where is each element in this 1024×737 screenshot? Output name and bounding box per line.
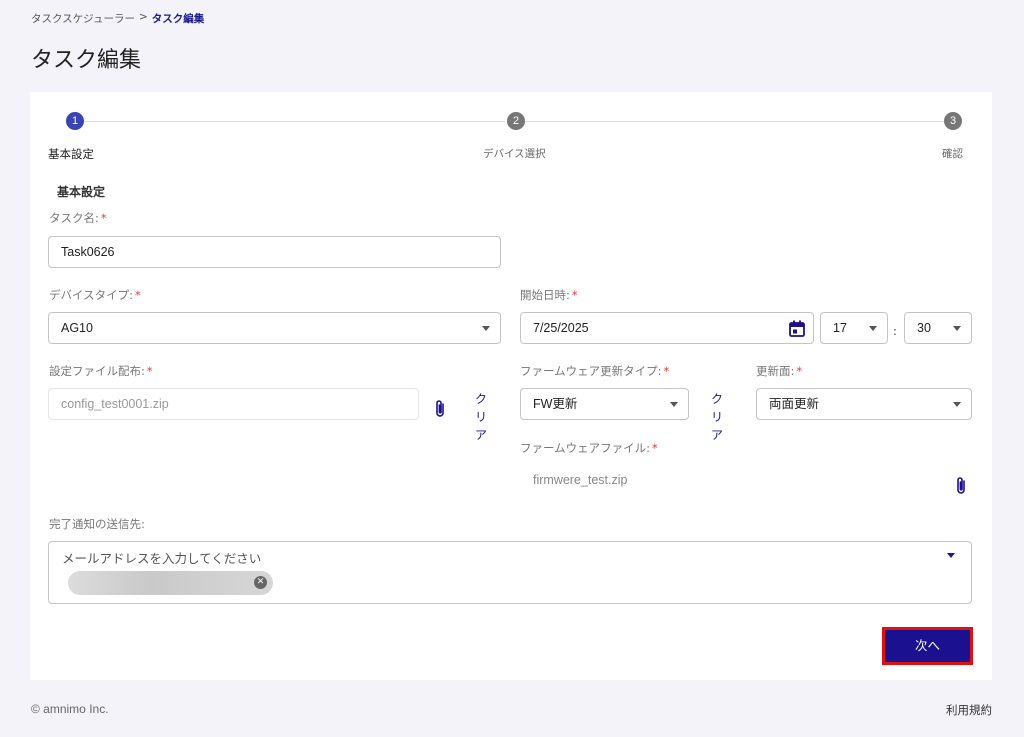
required-mark: * [146,364,153,378]
paperclip-icon[interactable] [433,399,447,419]
update-side-label: 更新面: * [756,363,802,379]
start-minute-value: 30 [917,321,931,335]
firmware-file-label-text: ファームウェアファイル: [520,441,651,455]
step-3-indicator: 3 [944,112,962,130]
config-file-input[interactable]: config_test0001.zip [48,388,419,420]
copyright: © amnimo Inc. [31,702,109,716]
chevron-down-icon [869,326,877,331]
chevron-down-icon [953,326,961,331]
update-side-value: 両面更新 [769,397,820,411]
next-button[interactable]: 次へ [882,627,973,665]
page-title: タスク編集 [31,48,142,73]
firmware-update-type-clear-button[interactable]: クリア [707,390,727,444]
task-name-label-text: タスク名: [49,211,99,225]
stepper-line-2 [525,121,944,122]
device-type-label: デバイスタイプ: * [49,287,141,303]
firmware-update-type-value: FW更新 [533,397,578,411]
chip-close-icon[interactable]: ✕ [254,576,267,589]
update-side-select[interactable]: 両面更新 [756,388,972,420]
breadcrumb: タスクスケジューラー > タスク編集 [31,11,204,26]
email-chip: ✕ [68,571,273,595]
notification-email-input[interactable]: メールアドレスを入力してください ✕ [48,541,972,604]
chevron-down-icon[interactable] [947,553,955,558]
breadcrumb-separator: > [138,11,148,23]
section-title: 基本設定 [57,185,106,199]
step-1-indicator: 1 [66,112,84,130]
step-3-label: 確認 [942,148,963,160]
step-2-label: デバイス選択 [483,148,546,160]
chevron-down-icon [953,402,961,407]
paperclip-icon[interactable] [954,476,968,496]
start-date-value: 7/25/2025 [533,321,589,335]
start-datetime-label-text: 開始日時: [520,288,570,302]
stepper-line-1 [84,121,505,122]
step-1-label: 基本設定 [48,147,94,161]
config-file-clear-button[interactable]: クリア [471,390,491,444]
start-hour-select[interactable]: 17 [820,312,888,344]
start-datetime-label: 開始日時: * [520,287,578,303]
task-name-input[interactable]: Task0626 [48,236,501,268]
terms-link[interactable]: 利用規約 [946,702,992,718]
calendar-icon[interactable] [789,320,805,337]
notification-label: 完了通知の送信先: [49,517,145,531]
device-type-value: AG10 [61,321,93,335]
firmware-update-type-label-text: ファームウェア更新タイプ: [520,364,662,378]
task-name-label: タスク名: * [49,210,107,226]
config-file-label: 設定ファイル配布: * [49,363,153,379]
firmware-file-value: firmwere_test.zip [533,473,628,487]
breadcrumb-task-scheduler[interactable]: タスクスケジューラー [31,11,135,26]
start-date-input[interactable]: 7/25/2025 [520,312,814,344]
firmware-update-type-select[interactable]: FW更新 [520,388,689,420]
required-mark: * [100,211,107,225]
chevron-down-icon [482,326,490,331]
chevron-down-icon [670,402,678,407]
required-mark: * [135,288,141,302]
device-type-select[interactable]: AG10 [48,312,501,344]
step-2-indicator: 2 [507,112,525,130]
start-minute-select[interactable]: 30 [904,312,972,344]
required-mark: * [663,364,670,378]
time-separator: : [893,324,897,338]
required-mark: * [652,441,658,455]
required-mark: * [571,288,578,302]
notification-placeholder: メールアドレスを入力してください [62,551,262,566]
firmware-update-type-label: ファームウェア更新タイプ: * [520,363,669,379]
start-hour-value: 17 [833,321,847,335]
firmware-file-label: ファームウェアファイル: * [520,440,658,456]
config-file-label-text: 設定ファイル配布: [49,364,145,378]
required-mark: * [796,364,803,378]
device-type-label-text: デバイスタイプ: [49,288,134,302]
update-side-label-text: 更新面: [756,364,795,378]
breadcrumb-current: タスク編集 [151,13,205,25]
